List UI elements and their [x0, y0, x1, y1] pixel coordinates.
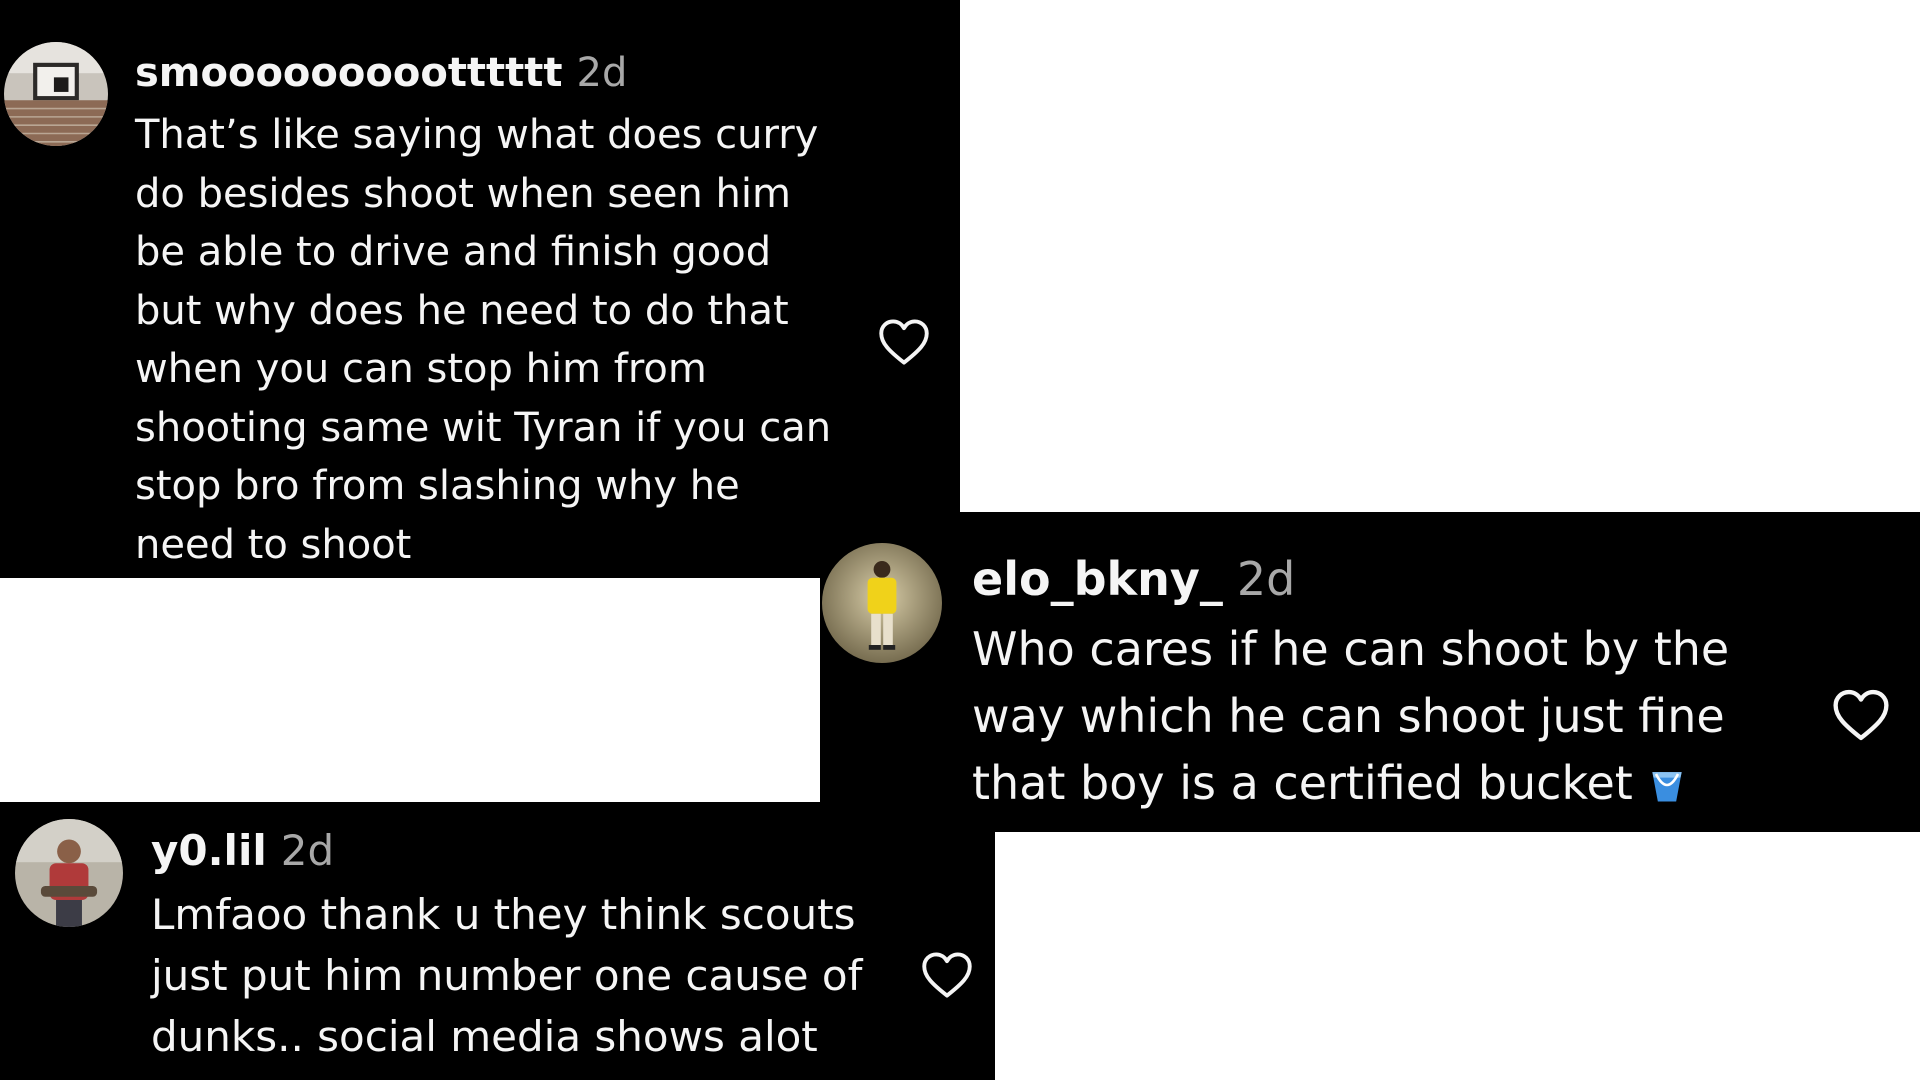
comment-text-content: Who cares if he can shoot by the way whi… [972, 622, 1730, 810]
avatar[interactable] [15, 819, 123, 927]
timestamp[interactable]: 2d [577, 50, 628, 96]
comment-text: Who cares if he can shoot by the way whi… [972, 616, 1852, 817]
username[interactable]: y0.lil [151, 826, 267, 875]
username[interactable]: smoooooooootttttt [135, 50, 563, 96]
comment-text: Lmfaoo thank u they think scouts just pu… [151, 890, 863, 1061]
avatar[interactable] [822, 543, 942, 663]
comment-header: elo_bkny_ 2d [972, 552, 1295, 606]
comment-card: smoooooooootttttt 2d That’s like saying w… [0, 0, 960, 578]
username[interactable]: elo_bkny_ [972, 552, 1223, 606]
heart-outline-icon[interactable] [878, 318, 930, 366]
comment-text: That’s like saying what does curry do be… [135, 112, 832, 568]
avatar-image [15, 819, 123, 927]
avatar-image [4, 42, 108, 146]
comment-header: y0.lil 2d [151, 826, 334, 875]
avatar[interactable] [4, 42, 108, 146]
bucket-emoji-icon [1645, 758, 1689, 802]
heart-outline-icon[interactable] [921, 951, 973, 999]
comment-card: elo_bkny_ 2d Who cares if he can shoot by… [820, 512, 1920, 832]
timestamp[interactable]: 2d [1237, 552, 1295, 606]
comment-card: y0.lil 2d Lmfaoo thank u they think scout… [0, 802, 995, 1080]
timestamp[interactable]: 2d [281, 826, 334, 875]
comment-header: smoooooooootttttt 2d [135, 50, 627, 96]
avatar-image [822, 543, 942, 663]
heart-outline-icon[interactable] [1832, 688, 1890, 742]
